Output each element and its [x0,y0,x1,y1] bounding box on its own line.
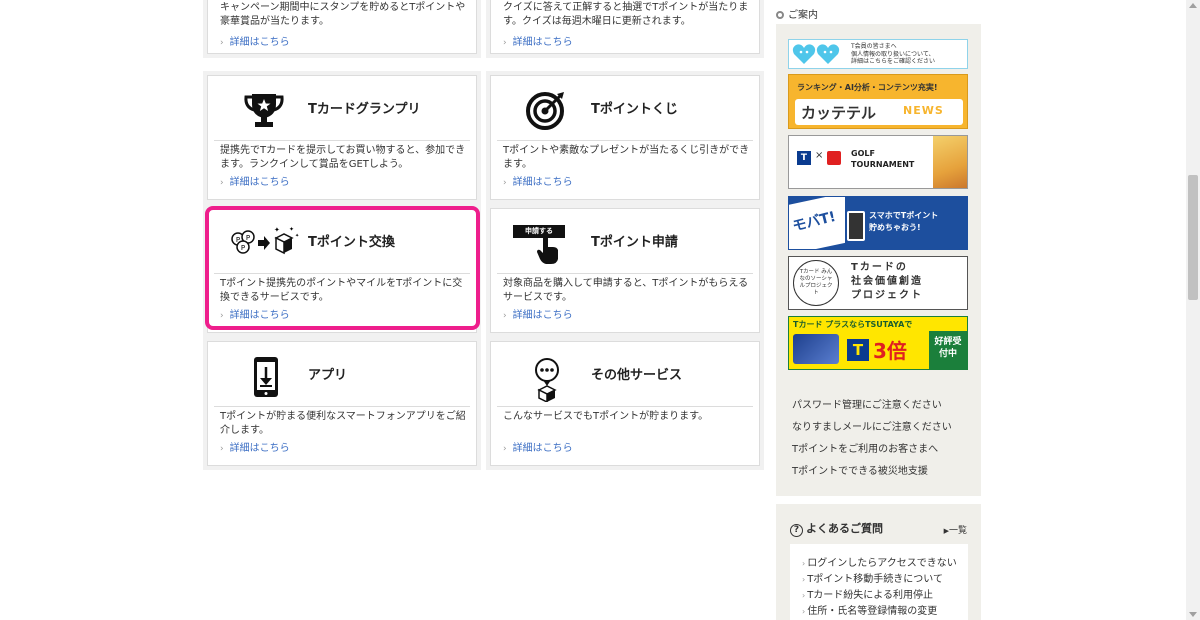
vertical-scrollbar[interactable] [1186,0,1200,620]
chevron-right-icon: › [220,178,224,188]
privacy-banner[interactable]: T会員の皆さまへ 個人情報の取り扱いについて、 詳細はこちらをご確認ください [788,39,968,69]
card-description: クイズに答えて正解すると抽選でTポイントが当たります。クイズは毎週木曜日に更新さ… [503,2,749,27]
faq-item[interactable]: › Tカード紛失による利用停止 [802,586,968,602]
phone-icon [847,211,865,241]
stamp-campaign-card: キャンペーン期間中にスタンプを貯めるとTポイントや豪華賞品が当たります。 › 詳細… [207,0,477,54]
details-link[interactable]: › 詳細はこちら [503,173,573,188]
sidebar-panel: T会員の皆さまへ 個人情報の取り扱いについて、 詳細はこちらをご確認ください ラ… [776,24,981,496]
card-description: キャンペーン期間中にスタンプを貯めるとTポイントや豪華賞品が当たります。 [220,2,466,27]
card-description: Tポイントが貯まる便利なスマートフォンアプリをご紹介します。 [220,411,466,436]
scroll-up-arrow-icon[interactable] [1189,3,1197,8]
chevron-right-icon: › [503,444,507,454]
details-link[interactable]: › 詳細はこちら [220,33,290,48]
card-description: 提携先でTカードを提示してお買い物すると、参加できます。ランクインして賞品をGE… [220,145,466,170]
chevron-right-icon: › [802,575,806,584]
chevron-right-icon: › [802,591,806,600]
card-header: Tカードグランプリ [214,78,470,141]
service-card-lottery: Tポイントくじ Tポイントや素敵なプレゼントが当たるくじ引きができます。 › 詳細… [490,75,760,200]
card-title: アプリ [308,368,348,383]
golfer-illustration [933,136,967,188]
details-link[interactable]: › 詳細はこちら [503,439,573,454]
question-mark-icon: ? [790,524,803,537]
card-title: Tカードグランプリ [308,102,421,117]
faq-list: › ログインしたらアクセスできない › Tポイント移動手続きについて › Tカード紛失… [790,544,968,620]
faq-all-link[interactable]: ▶一覧 [944,523,967,536]
chevron-right-icon: › [503,178,507,188]
card-title: Tポイント申請 [591,235,678,250]
service-card-apply: 申請する Tポイント申請 対象商品を購入して申請すると、Tポイントがもらえるサー… [490,208,760,333]
hearts-logo-icon [792,44,840,64]
card-title: その他サービス [591,368,683,383]
card-header: アプリ [214,344,470,407]
service-card-other: その他サービス こんなサービスでもTポイントが貯まります。 › 詳細はこちら [490,341,760,466]
card-header: 申請する Tポイント申請 [497,211,753,274]
card-header: Tポイントくじ [497,78,753,141]
circle-bullet-icon [776,11,784,19]
chevron-right-icon: › [220,38,224,48]
service-card-grandprix: Tカードグランプリ 提携先でTカードを提示してお買い物すると、参加できます。ラン… [207,75,477,200]
sidebar-link-disaster[interactable]: Tポイントでできる被災地支援 [792,462,952,484]
faq-item[interactable]: › ログインしたらアクセスできない [802,554,968,570]
chevron-right-icon: › [503,38,507,48]
sponsor-logo-icon [827,151,841,165]
smartphone-icon [236,356,292,397]
social-project-banner[interactable]: Tカード みんなのソーシャルプロジェクト Tカードの 社会価値創造 プロジェクト [788,256,968,310]
apply-button-icon: 申請する [513,223,579,264]
card-title: Tポイントくじ [591,102,678,117]
card-description: 対象商品を購入して申請すると、Tポイントがもらえるサービスです。 [503,278,749,303]
card-description: こんなサービスでもTポイントが貯まります。 [503,411,709,422]
golf-tournament-banner[interactable]: T × GOLF TOURNAMENT [788,135,968,189]
tsutaya-banner[interactable]: Tカード プラスならTSUTAYAで T 3倍 好評受付中 [788,316,968,370]
details-link[interactable]: › 詳細はこちら [503,33,573,48]
faq-panel: ? よくあるご質問 ▶一覧 › ログインしたらアクセスできない › Tポイント移動手続… [776,504,981,620]
target-icon [519,90,575,130]
scrollbar-thumb[interactable] [1188,175,1198,300]
faq-item[interactable]: › Tポイント移動手続きについて [802,570,968,586]
sidebar-heading: ご案内 [776,6,818,21]
chevron-right-icon: › [802,559,806,568]
sidebar-link-customers[interactable]: Tポイントをご利用のお客さまへ [792,440,952,462]
card-header: その他サービス [497,344,753,407]
details-link[interactable]: › 詳細はこちら [220,439,290,454]
chevron-right-icon: › [220,444,224,454]
other-services-icon [519,356,575,404]
sidebar-link-spoofing[interactable]: なりすましメールにご注意ください [792,418,952,440]
katteteru-news-banner[interactable]: ランキング・AI分析・コンテンツ充実! カッテテル NEWS [788,74,968,129]
chevron-right-icon: › [503,311,507,321]
chevron-right-icon: › [802,607,806,616]
scroll-down-arrow-icon[interactable] [1189,612,1197,617]
details-link[interactable]: › 詳細はこちら [503,306,573,321]
sidebar-links: パスワード管理にご注意ください なりすましメールにご注意ください Tポイントをご… [792,396,952,484]
details-link[interactable]: › 詳細はこちら [220,173,290,188]
highlight-box [205,206,480,330]
sidebar-link-password[interactable]: パスワード管理にご注意ください [792,396,952,418]
service-card-app: アプリ Tポイントが貯まる便利なスマートフォンアプリをご紹介します。 › 詳細はこ… [207,341,477,466]
card-description: Tポイントや素敵なプレゼントが当たるくじ引きができます。 [503,145,750,170]
quiz-card: クイズに答えて正解すると抽選でTポイントが当たります。クイズは毎週木曜日に更新さ… [490,0,760,54]
faq-title: ? よくあるご質問 [790,520,883,537]
tcard-image [793,334,839,364]
trophy-icon [236,90,292,130]
t-logo-icon: T [797,151,811,165]
mobile-t-banner[interactable]: モバT! スマホでTポイント 貯めちゃおう! [788,196,968,250]
faq-item[interactable]: › 住所・氏名等登録情報の変更 [802,602,968,618]
